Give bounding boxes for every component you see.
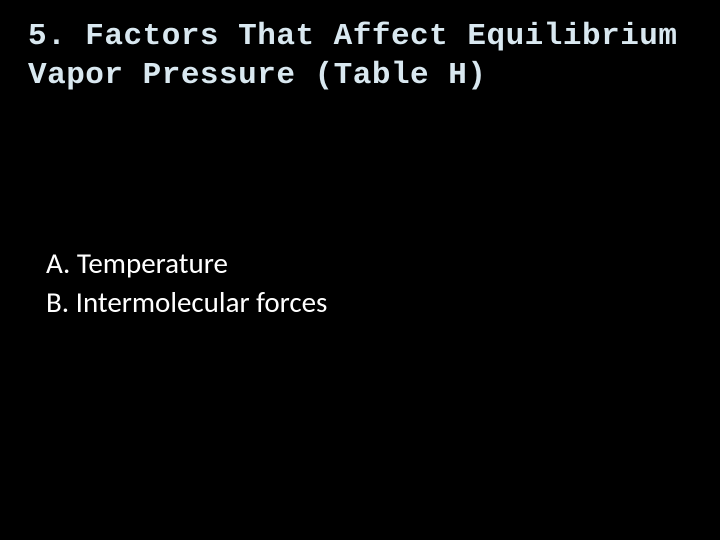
- heading-line-1: 5. Factors That Affect Equilibrium: [28, 19, 678, 54]
- body-item-a: A. Temperature: [46, 244, 720, 283]
- body-item-b: B. Intermolecular forces: [46, 283, 720, 322]
- slide-container: 5. Factors That Affect Equilibrium Vapor…: [0, 0, 720, 540]
- heading-line-2: Vapor Pressure (Table H): [28, 58, 486, 93]
- slide-heading: 5. Factors That Affect Equilibrium Vapor…: [0, 0, 720, 96]
- slide-body: A. Temperature B. Intermolecular forces: [0, 96, 720, 322]
